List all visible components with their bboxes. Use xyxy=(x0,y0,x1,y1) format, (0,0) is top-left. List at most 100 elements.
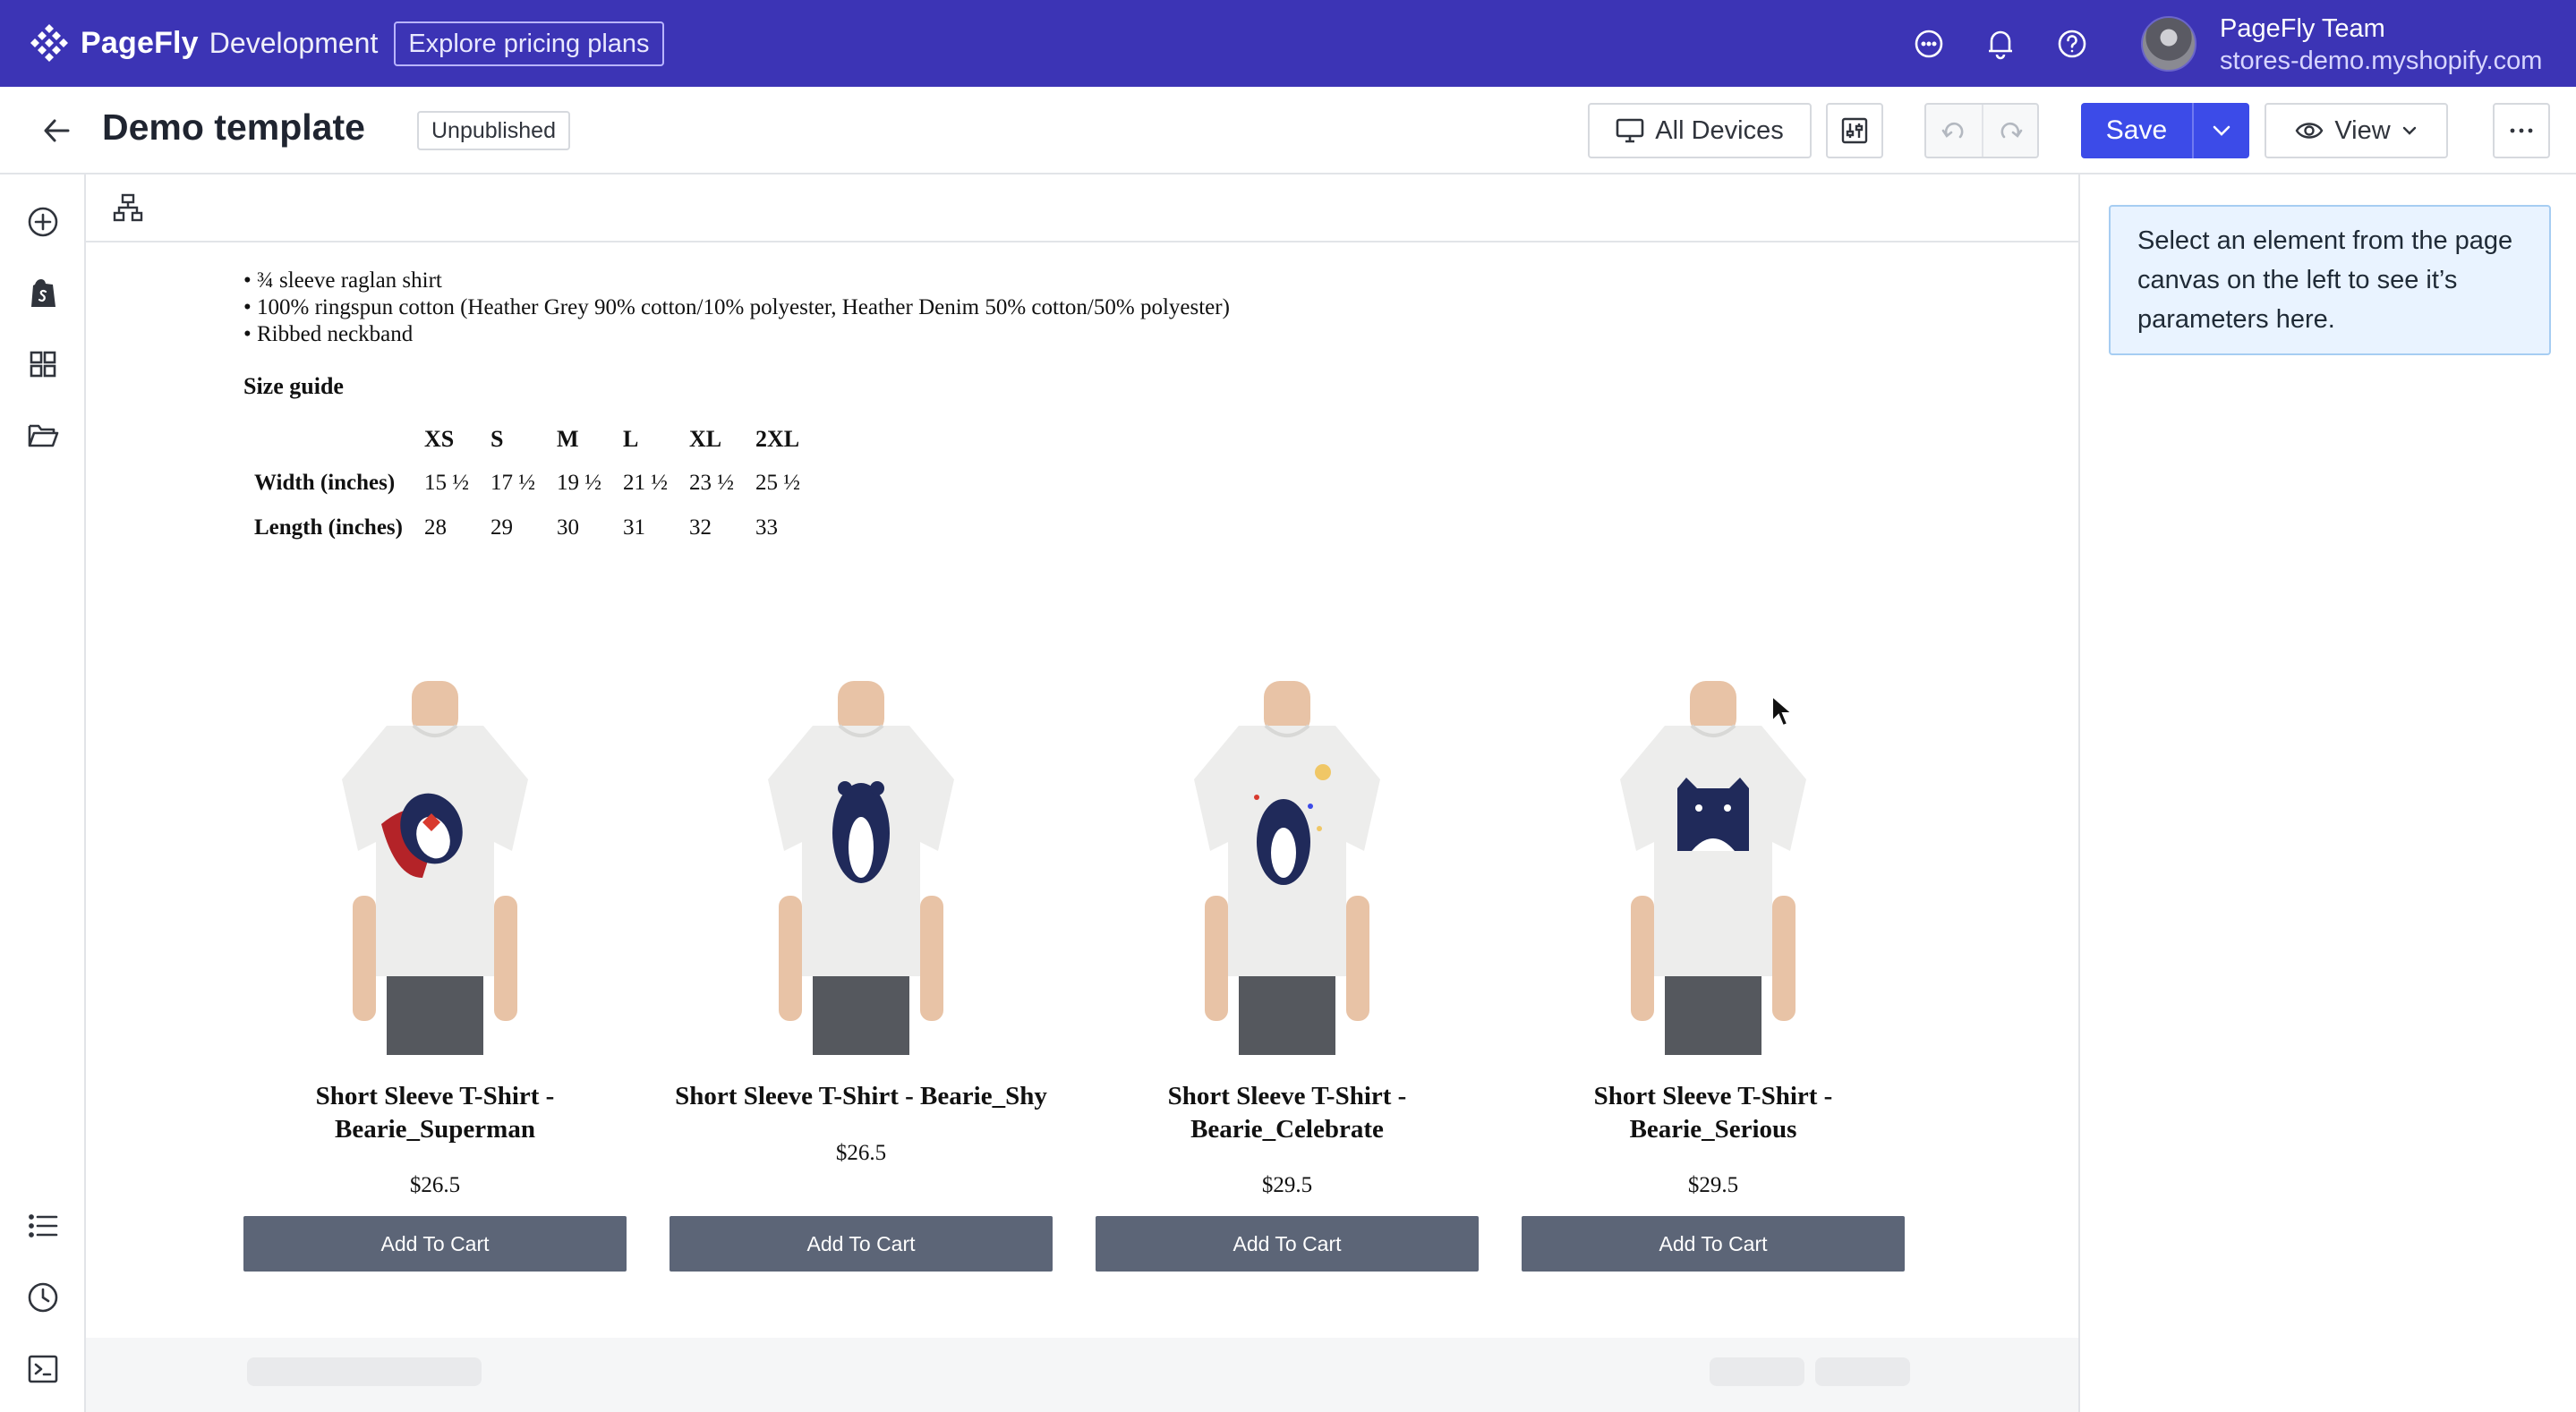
chevron-down-icon xyxy=(2402,126,2416,135)
editor-header: Demo template Unpublished All Devices Sa… xyxy=(0,87,2576,174)
bell-icon[interactable] xyxy=(1978,21,2023,66)
left-sidebar xyxy=(0,174,86,1412)
product-image-serious[interactable] xyxy=(1566,672,1860,1055)
add-to-cart-button[interactable]: Add To Cart xyxy=(1522,1216,1905,1272)
add-to-cart-button[interactable]: Add To Cart xyxy=(670,1216,1053,1272)
product-price: $26.5 xyxy=(835,1141,887,1165)
folder-icon[interactable] xyxy=(23,416,63,455)
desktop-icon xyxy=(1616,118,1644,143)
product-price: $29.5 xyxy=(1261,1173,1313,1197)
table-header-row: XS S M L XL 2XL xyxy=(243,418,811,461)
table-cell: Length (inches) xyxy=(254,515,403,540)
page-title: Demo template xyxy=(102,106,365,148)
sitemap-icon[interactable] xyxy=(113,192,143,223)
size-guide-table: XS S M L XL 2XL Width (inches) 15 ½ 17 ½… xyxy=(243,418,811,550)
feature-item: • 100% ringspun cotton (Heather Grey 90%… xyxy=(243,295,1230,319)
table-cell: 33 xyxy=(755,515,778,540)
add-to-cart-button[interactable]: Add To Cart xyxy=(243,1216,627,1272)
page-settings-button[interactable] xyxy=(1826,103,1883,158)
shopify-icon[interactable] xyxy=(23,273,63,312)
account-name: PageFly Team xyxy=(2220,14,2385,43)
table-cell: 17 ½ xyxy=(490,471,535,495)
chat-icon[interactable] xyxy=(1906,21,1951,66)
brand[interactable]: PageFly Development xyxy=(27,21,378,66)
skeleton-bar xyxy=(247,1357,482,1386)
product-price: $26.5 xyxy=(409,1173,461,1197)
add-element-icon[interactable] xyxy=(23,202,63,242)
grid-icon[interactable] xyxy=(23,344,63,384)
product-title[interactable]: Short Sleeve T-Shirt - Bearie_Celebrate xyxy=(1096,1080,1479,1146)
product-image-celebrate[interactable] xyxy=(1140,672,1434,1055)
account-info[interactable]: PageFly Team stores-demo.myshopify.com xyxy=(2220,13,2542,77)
chevron-down-icon xyxy=(2213,125,2231,136)
table-cell: 19 ½ xyxy=(556,471,601,495)
table-header: 2XL xyxy=(755,426,800,452)
all-devices-button[interactable]: All Devices xyxy=(1588,103,1812,158)
description-clipped-line xyxy=(243,242,1497,244)
skeleton-bar xyxy=(1815,1357,1910,1386)
table-cell: 28 xyxy=(423,515,447,540)
more-options-button[interactable] xyxy=(2493,103,2550,158)
table-header xyxy=(243,418,414,461)
pagefly-logo-icon xyxy=(30,23,68,62)
product-title[interactable]: Short Sleeve T-Shirt - Bearie_Serious xyxy=(1522,1080,1905,1146)
explore-pricing-button[interactable]: Explore pricing plans xyxy=(394,21,664,66)
account-store: stores-demo.myshopify.com xyxy=(2220,47,2543,75)
history-icon[interactable] xyxy=(23,1278,63,1317)
table-header: XS xyxy=(423,426,455,452)
table-header: L xyxy=(622,426,639,452)
product-image-superman[interactable] xyxy=(288,672,582,1055)
redo-button[interactable] xyxy=(1982,105,2037,157)
table-cell: 23 ½ xyxy=(688,471,734,495)
product-card[interactable]: Short Sleeve T-Shirt - Bearie_Superman $… xyxy=(243,668,627,1348)
table-row: Width (inches) 15 ½ 17 ½ 19 ½ 21 ½ 23 ½ … xyxy=(243,461,811,506)
brand-name: PageFly xyxy=(81,26,199,60)
arrow-left-icon xyxy=(44,119,70,142)
product-card[interactable]: Short Sleeve T-Shirt - Bearie_Serious $2… xyxy=(1522,668,1905,1348)
product-image-shy[interactable] xyxy=(714,672,1008,1055)
canvas-toolbar xyxy=(86,174,2078,242)
save-button-group: Save xyxy=(2081,103,2249,158)
product-features: • ¾ sleeve raglan shirt • 100% ringspun … xyxy=(243,268,1230,348)
table-cell: Width (inches) xyxy=(254,471,396,495)
product-title[interactable]: Short Sleeve T-Shirt - Bearie_Shy xyxy=(670,1080,1053,1113)
feature-item: • ¾ sleeve raglan shirt xyxy=(243,268,442,293)
table-header: M xyxy=(556,426,579,452)
product-title[interactable]: Short Sleeve T-Shirt - Bearie_Superman xyxy=(243,1080,627,1146)
list-icon[interactable] xyxy=(23,1206,63,1246)
table-header: XL xyxy=(688,426,722,452)
back-button[interactable] xyxy=(36,110,77,151)
save-button[interactable]: Save xyxy=(2081,103,2192,158)
table-cell: 15 ½ xyxy=(423,471,469,495)
product-card[interactable]: Short Sleeve T-Shirt - Bearie_Celebrate … xyxy=(1096,668,1479,1348)
page-canvas[interactable]: • ¾ sleeve raglan shirt • 100% ringspun … xyxy=(86,242,2078,1412)
help-icon[interactable] xyxy=(2050,21,2094,66)
top-icons xyxy=(1906,21,2094,66)
table-row: Length (inches) 28 29 30 31 32 33 xyxy=(243,506,811,550)
sliders-icon xyxy=(1841,117,1868,144)
product-price: $29.5 xyxy=(1687,1173,1739,1197)
console-icon[interactable] xyxy=(23,1349,63,1389)
top-bar: PageFly Development Explore pricing plan… xyxy=(0,0,2576,87)
more-horizontal-icon xyxy=(2510,128,2533,133)
add-to-cart-button[interactable]: Add To Cart xyxy=(1096,1216,1479,1272)
save-options-button[interactable] xyxy=(2192,103,2249,158)
all-devices-label: All Devices xyxy=(1655,115,1784,145)
table-cell: 21 ½ xyxy=(622,471,668,495)
skeleton-bar xyxy=(1710,1357,1804,1386)
view-button[interactable]: View xyxy=(2265,103,2448,158)
table-cell: 31 xyxy=(622,515,645,540)
empty-selection-message: Select an element from the page canvas o… xyxy=(2109,205,2551,355)
table-cell: 25 ½ xyxy=(755,471,800,495)
product-card[interactable]: Short Sleeve T-Shirt - Bearie_Shy $26.5 … xyxy=(670,668,1053,1348)
eye-icon xyxy=(2295,123,2324,139)
table-header: S xyxy=(490,426,504,452)
size-guide-title: Size guide xyxy=(243,373,344,399)
mouse-cursor-icon xyxy=(1771,694,1795,727)
undo-button[interactable] xyxy=(1926,105,1982,157)
avatar[interactable] xyxy=(2141,16,2196,72)
undo-redo-group xyxy=(1924,103,2039,158)
view-label: View xyxy=(2334,115,2391,145)
status-badge: Unpublished xyxy=(417,111,570,150)
table-cell: 30 xyxy=(556,515,579,540)
